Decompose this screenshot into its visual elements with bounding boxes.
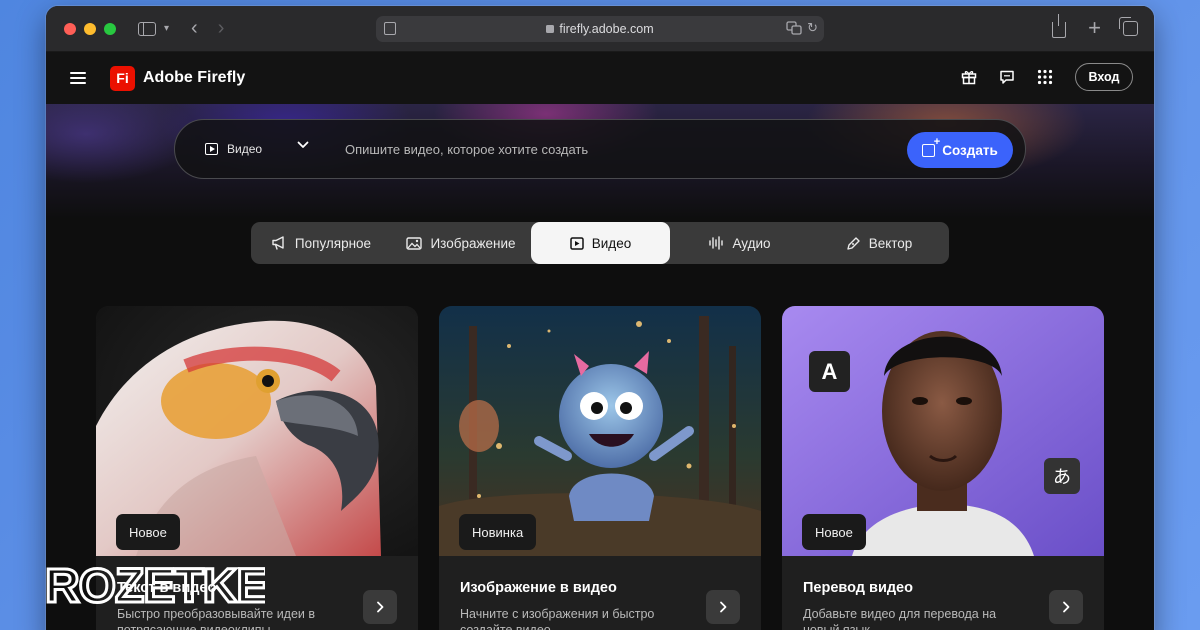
- image-icon: [406, 236, 423, 250]
- close-window-button[interactable]: [64, 22, 76, 35]
- back-icon[interactable]: ‹: [191, 17, 198, 40]
- address-url: firefly.adobe.com: [559, 22, 654, 36]
- card-open-button[interactable]: [1049, 590, 1083, 624]
- feature-card-image-to-video[interactable]: Новинка Изображение в видео Начните с из…: [439, 306, 761, 630]
- video-icon: [570, 236, 584, 250]
- megaphone-icon: [271, 236, 287, 250]
- sidebar-icon[interactable]: [138, 21, 156, 36]
- card-open-button[interactable]: [706, 590, 740, 624]
- status-badge: Новое: [802, 514, 866, 550]
- prompt-input[interactable]: [345, 138, 845, 160]
- card-description: Добавьте видео для перевода на новый язы…: [803, 607, 997, 630]
- create-button-label: Создать: [942, 142, 998, 158]
- translate-icon[interactable]: [786, 21, 802, 38]
- source-language-icon: A: [809, 351, 850, 392]
- lock-icon: [546, 25, 555, 33]
- forward-icon[interactable]: ›: [218, 17, 225, 40]
- apps-grid-icon[interactable]: [1037, 69, 1053, 85]
- app-header: Fi Adobe Firefly Вход: [46, 52, 1154, 104]
- tab-label: Аудио: [732, 235, 771, 251]
- tab-label: Вектор: [868, 235, 913, 251]
- status-badge: Новинка: [459, 514, 537, 550]
- browser-window: ▾ ‹ › firefly.adobe.com ↻ + Fi Adobe Fir…: [46, 6, 1154, 630]
- pen-icon: [846, 236, 861, 251]
- address-bar[interactable]: firefly.adobe.com ↻: [376, 16, 824, 42]
- mode-selector-label[interactable]: Видео: [227, 142, 262, 156]
- card-title: Перевод видео: [803, 580, 913, 596]
- tab-overview-icon[interactable]: [1119, 17, 1138, 36]
- category-tabs: Популярное Изображение Видео Аудио Векто…: [251, 222, 949, 264]
- header-actions: Вход: [961, 63, 1133, 91]
- browser-toolbar: ▾ ‹ › firefly.adobe.com ↻ +: [46, 6, 1154, 52]
- status-badge: Новое: [116, 514, 180, 550]
- tab-popular[interactable]: Популярное: [251, 222, 391, 264]
- tab-label: Популярное: [294, 235, 372, 251]
- minimize-window-button[interactable]: [84, 22, 96, 35]
- gift-icon[interactable]: [961, 69, 977, 85]
- address-url-wrap: firefly.adobe.com: [376, 22, 824, 36]
- watermark-text: ROZETKED: [45, 560, 265, 610]
- new-tab-icon[interactable]: +: [1088, 17, 1101, 39]
- video-mode-icon[interactable]: [205, 143, 218, 155]
- feature-card-video-translation[interactable]: A あ Новое Перевод видео Добавьте видео д…: [782, 306, 1104, 630]
- menu-icon[interactable]: [70, 72, 86, 84]
- tab-video[interactable]: Видео: [531, 222, 670, 264]
- hero-banner: Видео Создать: [46, 104, 1154, 219]
- browser-right-tools: +: [1052, 14, 1138, 39]
- share-icon[interactable]: [1052, 14, 1067, 38]
- brand-name[interactable]: Adobe Firefly: [143, 69, 245, 87]
- reader-icon[interactable]: [384, 22, 396, 35]
- audio-icon: [708, 236, 724, 250]
- tab-vector[interactable]: Вектор: [809, 222, 949, 264]
- tab-label: Изображение: [430, 235, 516, 251]
- tab-audio[interactable]: Аудио: [670, 222, 809, 264]
- window-controls: [64, 22, 116, 35]
- create-icon: [922, 136, 940, 157]
- login-button[interactable]: Вход: [1075, 63, 1133, 91]
- mode-chevron-down-icon[interactable]: [297, 137, 309, 152]
- target-language-icon: あ: [1044, 458, 1080, 494]
- chat-icon[interactable]: [999, 69, 1015, 85]
- tab-image[interactable]: Изображение: [391, 222, 531, 264]
- prompt-bar: Видео Создать: [174, 119, 1026, 179]
- tab-label: Видео: [591, 235, 632, 251]
- card-description: Начните с изображения и быстро создайте …: [460, 607, 655, 630]
- reload-icon[interactable]: ↻: [807, 20, 818, 36]
- rozetked-watermark: ROZETKED: [45, 560, 265, 610]
- firefly-logo[interactable]: Fi: [110, 65, 135, 91]
- create-button[interactable]: Создать: [907, 132, 1013, 168]
- card-title: Изображение в видео: [460, 580, 617, 596]
- chevron-down-icon[interactable]: ▾: [164, 23, 169, 34]
- zoom-window-button[interactable]: [104, 22, 116, 35]
- card-open-button[interactable]: [363, 590, 397, 624]
